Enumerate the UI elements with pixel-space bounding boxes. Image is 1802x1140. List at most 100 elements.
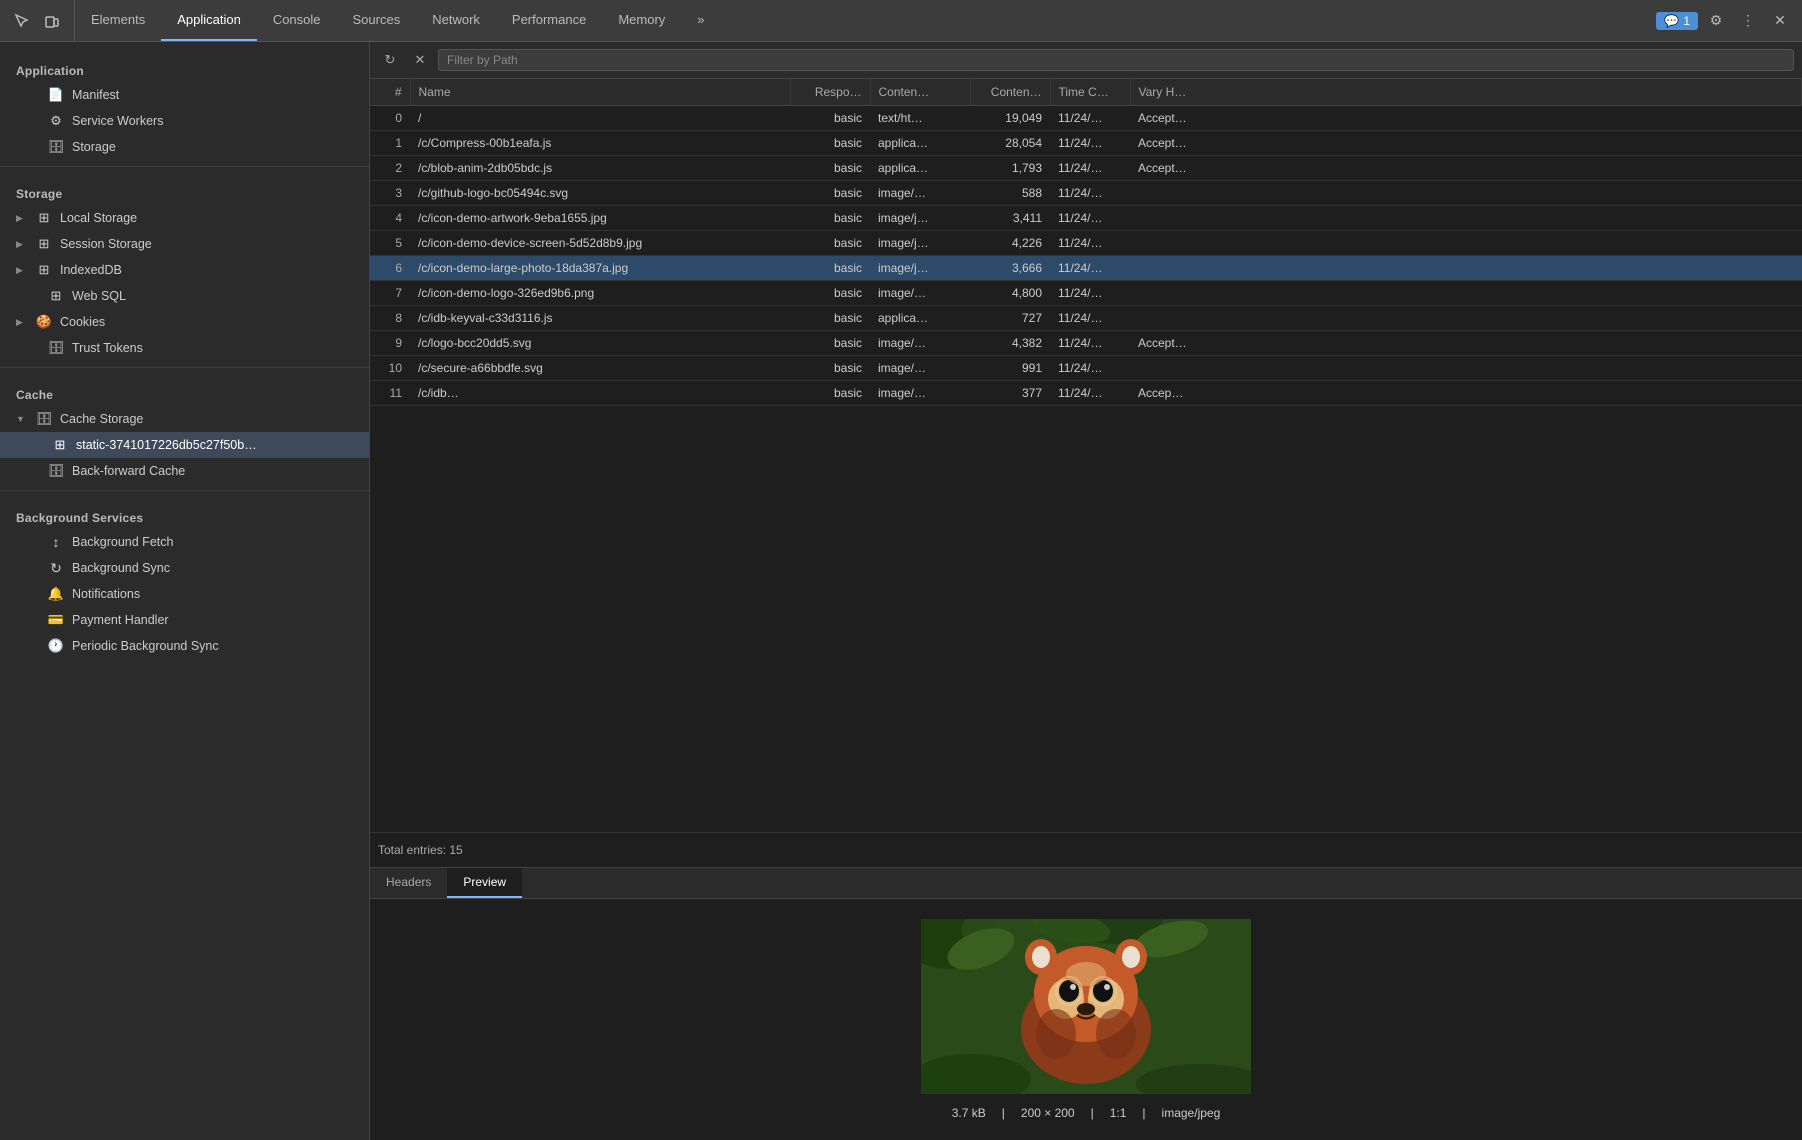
badge-count: 1	[1683, 14, 1690, 28]
table-row[interactable]: 4/c/icon-demo-artwork-9eba1655.jpgbasici…	[370, 206, 1802, 231]
table-row[interactable]: 3/c/github-logo-bc05494c.svgbasicimage/……	[370, 181, 1802, 206]
table-cell: 7	[370, 281, 410, 306]
table-cell: 4	[370, 206, 410, 231]
background-sync-icon: ↻	[48, 560, 64, 576]
preview-ratio: 1:1	[1110, 1106, 1127, 1120]
table-cell: image/…	[870, 356, 970, 381]
toolbar-left-icons	[0, 0, 75, 41]
sidebar-item-notifications[interactable]: 🔔 Notifications	[0, 581, 369, 607]
table-row[interactable]: 0/basictext/ht…19,04911/24/…Accept…	[370, 106, 1802, 131]
sidebar-item-cookies[interactable]: ▶ 🍪 Cookies	[0, 309, 369, 335]
console-icon: 💬	[1664, 14, 1679, 28]
cache-section-header: Cache	[0, 374, 369, 406]
table-row[interactable]: 9/c/logo-bcc20dd5.svgbasicimage/…4,38211…	[370, 331, 1802, 356]
sidebar-item-background-fetch[interactable]: ↕ Background Fetch	[0, 529, 369, 555]
table-cell: 11/24/…	[1050, 356, 1130, 381]
sidebar-item-local-storage[interactable]: ▶ ⊞ Local Storage	[0, 205, 369, 231]
sidebar-item-trust-tokens[interactable]: 🗄 Trust Tokens	[0, 335, 369, 361]
sidebar-item-back-forward-cache[interactable]: 🗄 Back-forward Cache	[0, 458, 369, 484]
table-cell: 3	[370, 181, 410, 206]
table-cell: /c/Compress-00b1eafa.js	[410, 131, 790, 156]
table-cell: 1,793	[970, 156, 1050, 181]
sidebar-item-manifest[interactable]: 📄 Manifest	[0, 82, 369, 108]
table-cell: Accept…	[1130, 156, 1802, 181]
tab-network[interactable]: Network	[416, 0, 496, 41]
console-badge-button[interactable]: 💬 1	[1656, 12, 1698, 30]
sidebar-item-payment-handler[interactable]: 💳 Payment Handler	[0, 607, 369, 633]
table-cell: 11/24/…	[1050, 181, 1130, 206]
cookies-icon: 🍪	[36, 314, 52, 330]
trust-tokens-icon: 🗄	[48, 340, 64, 356]
cache-storage-icon: 🗄	[36, 411, 52, 427]
table-cell: Accept…	[1130, 331, 1802, 356]
table-cell: text/ht…	[870, 106, 970, 131]
tab-performance[interactable]: Performance	[496, 0, 602, 41]
sidebar-item-indexeddb[interactable]: ▶ ⊞ IndexedDB	[0, 257, 369, 283]
notifications-icon: 🔔	[48, 586, 64, 602]
local-storage-label: Local Storage	[60, 211, 137, 225]
filter-input[interactable]	[438, 49, 1794, 71]
background-fetch-icon: ↕	[48, 534, 64, 550]
table-cell: 11/24/…	[1050, 306, 1130, 331]
table-row[interactable]: 11/c/idb…basicimage/…37711/24/…Accep…	[370, 381, 1802, 406]
table-cell	[1130, 231, 1802, 256]
close-icon[interactable]: ✕	[1766, 7, 1794, 35]
tab-application[interactable]: Application	[161, 0, 257, 41]
table-cell: 11	[370, 381, 410, 406]
table-cell: basic	[790, 381, 870, 406]
table-cell: 11/24/…	[1050, 381, 1130, 406]
table-row[interactable]: 6/c/icon-demo-large-photo-18da387a.jpgba…	[370, 256, 1802, 281]
table-cell: /c/icon-demo-artwork-9eba1655.jpg	[410, 206, 790, 231]
table-cell: basic	[790, 256, 870, 281]
cache-table: # Name Respo… Conten… Conten… Time C… Va…	[370, 79, 1802, 406]
tab-more[interactable]: »	[681, 0, 720, 41]
settings-icon[interactable]: ⚙	[1702, 7, 1730, 35]
table-row[interactable]: 10/c/secure-a66bbdfe.svgbasicimage/…9911…	[370, 356, 1802, 381]
session-storage-label: Session Storage	[60, 237, 152, 251]
preview-panel: Headers Preview	[370, 867, 1802, 1140]
device-toggle-icon[interactable]	[38, 7, 66, 35]
table-cell: /c/idb…	[410, 381, 790, 406]
table-row[interactable]: 1/c/Compress-00b1eafa.jsbasicapplica…28,…	[370, 131, 1802, 156]
sidebar-item-session-storage[interactable]: ▶ ⊞ Session Storage	[0, 231, 369, 257]
background-sync-label: Background Sync	[72, 561, 170, 575]
table-cell	[1130, 256, 1802, 281]
sidebar-item-websql[interactable]: ⊞ Web SQL	[0, 283, 369, 309]
periodic-bg-sync-icon: 🕐	[48, 638, 64, 654]
sidebar-item-cache-storage[interactable]: ▼ 🗄 Cache Storage	[0, 406, 369, 432]
sidebar-item-service-workers[interactable]: ⚙ Service Workers	[0, 108, 369, 134]
table-row[interactable]: 7/c/icon-demo-logo-326ed9b6.pngbasicimag…	[370, 281, 1802, 306]
divider-2	[0, 367, 369, 368]
tab-console[interactable]: Console	[257, 0, 337, 41]
tab-sources[interactable]: Sources	[337, 0, 417, 41]
table-cell: 11/24/…	[1050, 106, 1130, 131]
more-options-icon[interactable]: ⋮	[1734, 7, 1762, 35]
tab-preview[interactable]: Preview	[447, 868, 522, 898]
table-cell: 8	[370, 306, 410, 331]
sidebar-item-background-sync[interactable]: ↻ Background Sync	[0, 555, 369, 581]
toolbar: Elements Application Console Sources Net…	[0, 0, 1802, 42]
table-row[interactable]: 2/c/blob-anim-2db05bdc.jsbasicapplica…1,…	[370, 156, 1802, 181]
table-cell: 1	[370, 131, 410, 156]
sidebar-item-storage-app[interactable]: 🗄 Storage	[0, 134, 369, 160]
tab-headers[interactable]: Headers	[370, 868, 447, 898]
tab-memory[interactable]: Memory	[602, 0, 681, 41]
table-cell: 5	[370, 231, 410, 256]
table-cell: basic	[790, 231, 870, 256]
trust-tokens-label: Trust Tokens	[72, 341, 143, 355]
cache-storage-sub-icon: ⊞	[52, 437, 68, 453]
table-cell: applica…	[870, 306, 970, 331]
col-header-content-type: Conten…	[870, 79, 970, 106]
clear-button[interactable]: ✕	[408, 48, 432, 72]
table-cell: Accept…	[1130, 106, 1802, 131]
refresh-button[interactable]: ↻	[378, 48, 402, 72]
content-area: ↻ ✕ # Name Respo… Conten… Conten… Time C…	[370, 42, 1802, 1140]
expand-arrow-session: ▶	[16, 239, 28, 250]
sidebar-item-cache-storage-sub[interactable]: ⊞ static-3741017226db5c27f50b…	[0, 432, 369, 458]
local-storage-icon: ⊞	[36, 210, 52, 226]
table-row[interactable]: 8/c/idb-keyval-c33d3116.jsbasicapplica…7…	[370, 306, 1802, 331]
table-row[interactable]: 5/c/icon-demo-device-screen-5d52d8b9.jpg…	[370, 231, 1802, 256]
sidebar-item-periodic-bg-sync[interactable]: 🕐 Periodic Background Sync	[0, 633, 369, 659]
tab-elements[interactable]: Elements	[75, 0, 161, 41]
select-element-icon[interactable]	[8, 7, 36, 35]
